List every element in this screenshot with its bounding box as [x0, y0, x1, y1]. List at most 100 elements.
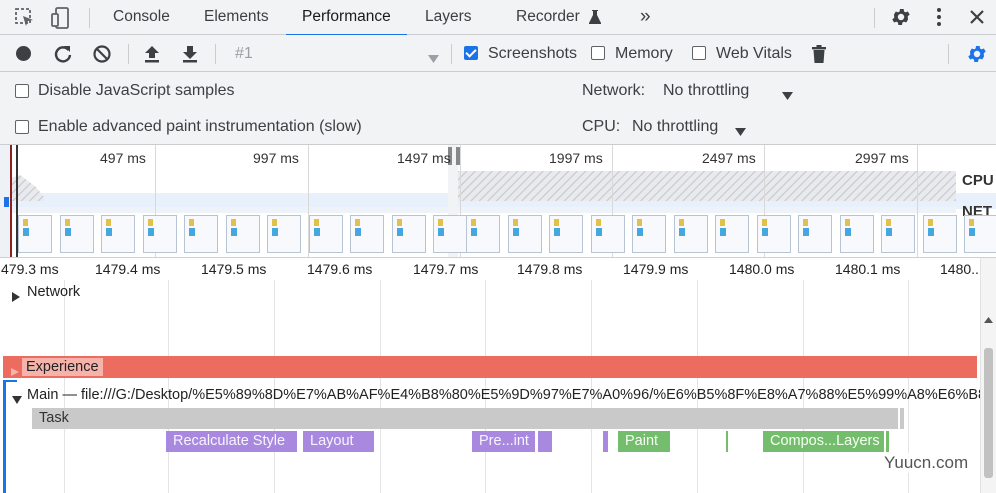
- screenshot-thumbnail[interactable]: [964, 215, 996, 253]
- divider: [451, 44, 452, 64]
- screenshot-thumbnail[interactable]: [881, 215, 915, 253]
- scroll-up-arrow-icon[interactable]: [984, 310, 993, 323]
- memory-checkbox[interactable]: [591, 46, 605, 60]
- scrollbar-thumb[interactable]: [984, 348, 993, 478]
- main-thread-label[interactable]: Main — file:///G:/Desktop/%E5%89%8D%E7%A…: [27, 387, 980, 403]
- capture-settings-pane: Disable JavaScript samples Enable advanc…: [0, 72, 996, 145]
- task-bar-label: Task: [39, 410, 69, 426]
- small-paint-event[interactable]: [726, 431, 728, 452]
- watermark: Yuucn.com: [880, 453, 973, 473]
- screenshot-thumbnail[interactable]: [798, 215, 832, 253]
- flask-icon: [588, 9, 602, 25]
- chevron-down-icon[interactable]: [735, 123, 746, 136]
- screenshot-thumbnail[interactable]: [715, 215, 749, 253]
- capture-settings-gear-icon[interactable]: [966, 43, 988, 65]
- ruler-tick-label: 1479.7 ms: [413, 261, 479, 277]
- devtools-tabbar: Console Elements Performance Layers Reco…: [0, 0, 996, 36]
- device-toolbar-icon[interactable]: [50, 6, 72, 30]
- pre-paint-event[interactable]: Pre...int: [472, 431, 535, 452]
- small-paint-event[interactable]: [886, 431, 889, 452]
- screenshot-thumbnail[interactable]: [840, 215, 874, 253]
- screenshot-thumbnail[interactable]: [350, 215, 384, 253]
- screenshot-thumbnail[interactable]: [184, 215, 218, 253]
- screenshot-thumbnail[interactable]: [591, 215, 625, 253]
- paint-event[interactable]: Paint: [618, 431, 670, 452]
- screenshot-thumbnail[interactable]: [508, 215, 542, 253]
- chevron-down-icon[interactable]: [428, 50, 439, 63]
- memory-label: Memory: [615, 45, 673, 62]
- more-options-icon[interactable]: [934, 6, 944, 28]
- tab-performance[interactable]: Performance: [286, 0, 407, 36]
- screenshot-thumbnail[interactable]: [549, 215, 583, 253]
- upload-icon[interactable]: [143, 44, 161, 64]
- screenshot-thumbnail[interactable]: [757, 215, 791, 253]
- divider: [215, 44, 216, 64]
- close-icon[interactable]: [968, 8, 986, 26]
- network-throttle-select[interactable]: No throttling: [663, 82, 749, 100]
- tab-console[interactable]: Console: [113, 0, 170, 35]
- screenshot-thumbnail[interactable]: [18, 215, 52, 253]
- task-bar-end: [900, 408, 904, 429]
- tab-elements[interactable]: Elements: [204, 0, 269, 35]
- small-rendering-event[interactable]: [538, 431, 552, 452]
- screenshot-thumbnail[interactable]: [143, 215, 177, 253]
- network-track-label[interactable]: Network: [27, 284, 80, 300]
- ruler-tick-label: 1480..: [940, 261, 979, 277]
- reload-record-icon[interactable]: [53, 44, 73, 64]
- composite-layers-event[interactable]: Compos...Layers: [763, 431, 884, 452]
- layout-event[interactable]: Layout: [303, 431, 374, 452]
- divider: [89, 8, 90, 28]
- clear-icon[interactable]: [92, 44, 112, 64]
- screenshot-thumbnail[interactable]: [267, 215, 301, 253]
- recalculate-style-event[interactable]: Recalculate Style: [166, 431, 297, 452]
- screenshot-filmstrip[interactable]: [0, 145, 996, 257]
- tab-layers[interactable]: Layers: [425, 0, 472, 35]
- screenshot-thumbnail[interactable]: [392, 215, 426, 253]
- network-throttle-label: Network:: [582, 82, 646, 99]
- record-icon[interactable]: [15, 45, 32, 62]
- screenshot-thumbnail[interactable]: [60, 215, 94, 253]
- flame-chart[interactable]: Network Experience Main — file:///G:/Des…: [0, 280, 980, 493]
- download-icon[interactable]: [181, 44, 199, 64]
- screenshot-thumbnail[interactable]: [309, 215, 343, 253]
- task-bar[interactable]: [32, 408, 898, 429]
- screenshot-thumbnail[interactable]: [226, 215, 260, 253]
- ruler-tick-label: 1479.9 ms: [623, 261, 689, 277]
- performance-toolbar: #1 Screenshots Memory Web Vitals: [0, 35, 996, 72]
- screenshot-thumbnail[interactable]: [466, 215, 500, 253]
- web-vitals-checkbox[interactable]: [692, 46, 706, 60]
- ruler-tick-label: 1479.6 ms: [307, 261, 373, 277]
- timeline-overview[interactable]: 497 ms 997 ms 1497 ms 1997 ms 2497 ms 29…: [0, 145, 996, 258]
- collapse-triangle-icon[interactable]: [12, 391, 22, 404]
- tab-recorder[interactable]: Recorder: [516, 0, 580, 35]
- screenshot-thumbnail[interactable]: [632, 215, 666, 253]
- settings-gear-icon[interactable]: [890, 6, 912, 28]
- ruler-tick-label: 1479.8 ms: [517, 261, 583, 277]
- divider: [874, 8, 875, 28]
- paint-instrumentation-checkbox[interactable]: [15, 120, 29, 134]
- expand-triangle-icon[interactable]: [11, 363, 19, 376]
- experience-track-label[interactable]: Experience: [22, 358, 103, 376]
- expand-triangle-icon[interactable]: [12, 289, 20, 302]
- vertical-scrollbar[interactable]: [980, 258, 996, 493]
- timeline-ruler[interactable]: 479.3 ms 1479.4 ms 1479.5 ms 1479.6 ms 1…: [0, 258, 980, 280]
- divider: [128, 44, 129, 64]
- disable-js-samples-checkbox[interactable]: [15, 84, 29, 98]
- main-track-selection-bar: [3, 380, 6, 493]
- chevron-down-icon[interactable]: [782, 87, 793, 100]
- screenshots-checkbox[interactable]: [464, 46, 478, 60]
- screenshot-thumbnail[interactable]: [433, 215, 467, 253]
- inspect-element-icon[interactable]: [14, 7, 36, 29]
- screenshot-thumbnail[interactable]: [674, 215, 708, 253]
- screenshots-label: Screenshots: [488, 45, 577, 62]
- profile-select[interactable]: #1: [235, 35, 253, 72]
- paint-instrumentation-label: Enable advanced paint instrumentation (s…: [38, 118, 362, 135]
- experience-track[interactable]: [3, 356, 977, 378]
- more-tabs-button[interactable]: »: [640, 0, 651, 35]
- cpu-throttle-select[interactable]: No throttling: [632, 118, 718, 136]
- trash-icon[interactable]: [811, 44, 827, 64]
- ruler-tick-label: 1480.0 ms: [729, 261, 795, 277]
- screenshot-thumbnail[interactable]: [101, 215, 135, 253]
- small-rendering-event[interactable]: [603, 431, 608, 452]
- screenshot-thumbnail[interactable]: [923, 215, 957, 253]
